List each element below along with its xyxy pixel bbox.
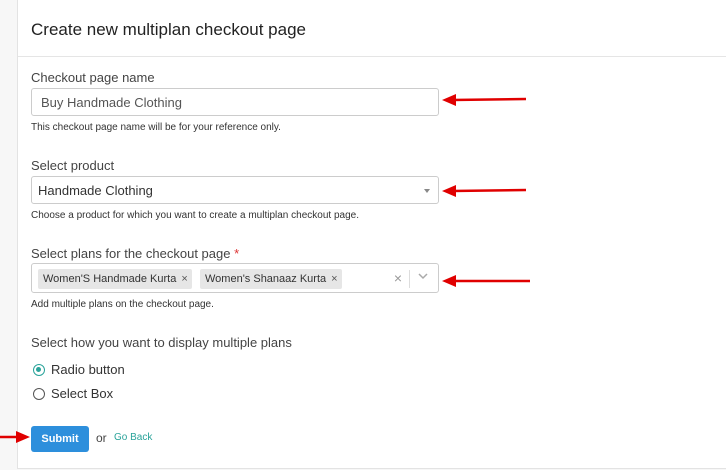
product-select[interactable]: Handmade Clothing bbox=[31, 176, 439, 204]
required-mark: * bbox=[234, 246, 240, 261]
clear-all-icon[interactable]: × bbox=[394, 270, 402, 286]
plan-chip: Women's Shanaaz Kurta × bbox=[200, 269, 342, 289]
product-value: Handmade Clothing bbox=[38, 183, 153, 198]
radio-option-radio-button[interactable]: Radio button bbox=[33, 362, 125, 377]
radio-unchecked-icon[interactable] bbox=[33, 387, 45, 400]
indicator-separator bbox=[409, 270, 410, 288]
plans-multiselect[interactable]: Women'S Handmade Kurta × Women's Shanaaz … bbox=[31, 263, 439, 293]
form-card: Create new multiplan checkout page Check… bbox=[17, 0, 726, 469]
radio-option-select-box[interactable]: Select Box bbox=[33, 386, 113, 401]
radio-option-label: Radio button bbox=[51, 362, 125, 377]
submit-button[interactable]: Submit bbox=[31, 426, 89, 452]
plans-label: Select plans for the checkout page * bbox=[31, 246, 239, 261]
chevron-down-icon[interactable] bbox=[418, 269, 428, 283]
checkout-name-value: Buy Handmade Clothing bbox=[41, 95, 182, 110]
plan-chip-label: Women's Shanaaz Kurta bbox=[205, 273, 327, 285]
plans-help: Add multiple plans on the checkout page. bbox=[31, 299, 214, 310]
checkout-name-help: This checkout page name will be for your… bbox=[31, 122, 281, 133]
title-divider bbox=[18, 56, 726, 57]
annotation-arrow-icon bbox=[442, 94, 527, 106]
plans-label-text: Select plans for the checkout page bbox=[31, 246, 231, 261]
annotation-arrow-icon bbox=[442, 185, 527, 197]
display-label: Select how you want to display multiple … bbox=[31, 335, 292, 350]
radio-option-label: Select Box bbox=[51, 386, 114, 401]
radio-checked-icon[interactable] bbox=[33, 363, 45, 376]
checkout-name-label: Checkout page name bbox=[31, 70, 155, 85]
annotation-arrow-icon bbox=[442, 275, 530, 287]
annotation-arrow-icon bbox=[0, 431, 30, 443]
plan-chip: Women'S Handmade Kurta × bbox=[38, 269, 192, 289]
page-title: Create new multiplan checkout page bbox=[31, 20, 306, 39]
chip-remove-icon[interactable]: × bbox=[331, 273, 337, 285]
plan-chip-label: Women'S Handmade Kurta bbox=[43, 273, 177, 285]
or-text: or bbox=[96, 431, 107, 445]
product-label: Select product bbox=[31, 158, 115, 173]
go-back-link[interactable]: Go Back bbox=[114, 432, 152, 443]
chip-remove-icon[interactable]: × bbox=[181, 273, 187, 285]
product-help: Choose a product for which you want to c… bbox=[31, 210, 359, 221]
checkout-name-field[interactable]: Buy Handmade Clothing bbox=[31, 88, 439, 116]
caret-down-icon bbox=[424, 189, 430, 193]
